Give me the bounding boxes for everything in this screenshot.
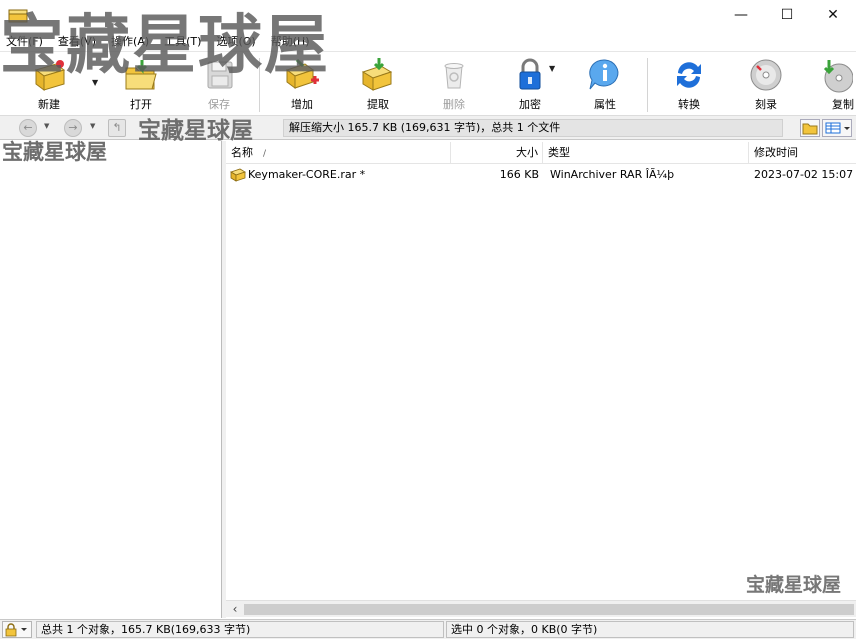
encrypt-label: 加密 [519, 98, 541, 111]
status-selected: 选中 0 个对象，0 KB(0 字节) [446, 621, 854, 638]
maximize-button[interactable]: ☐ [764, 0, 810, 30]
watermark: 宝藏星球屋 [2, 140, 107, 164]
copy-disc-icon [823, 60, 853, 93]
extract-button[interactable]: 提取 [347, 56, 409, 114]
recycle-bin-icon [444, 63, 464, 89]
watermark: 宝藏星球屋 [138, 118, 253, 144]
convert-button[interactable]: 转换 [658, 56, 720, 114]
rar-archive-icon [230, 168, 246, 182]
minimize-button[interactable]: — [718, 0, 764, 30]
lock-status-icon[interactable] [2, 621, 32, 638]
scroll-thumb[interactable] [244, 604, 854, 615]
up-folder-icon[interactable]: ↰ [108, 119, 126, 137]
extract-icon [361, 58, 393, 91]
padlock-icon [519, 58, 541, 90]
file-size: 166 KB [499, 168, 539, 181]
info-icon [589, 59, 619, 90]
properties-button[interactable]: 属性 [574, 56, 636, 114]
forward-dropdown-icon[interactable]: ▼ [90, 122, 95, 130]
status-total: 总共 1 个对象，165.7 KB(169,633 字节) [36, 621, 444, 638]
file-type: WinArchiver RAR ÎÃ¼þ [550, 168, 675, 181]
forward-button[interactable]: → [64, 119, 82, 137]
column-name-label: 名称 [231, 146, 253, 159]
status-bar: 总共 1 个对象，165.7 KB(169,633 字节) 选中 0 个对象，0… [0, 619, 856, 639]
column-type[interactable]: 类型 [543, 142, 749, 164]
close-button[interactable]: ✕ [810, 0, 856, 30]
back-dropdown-icon[interactable]: ▼ [44, 122, 49, 130]
convert-arrows-icon [677, 62, 701, 88]
file-name: Keymaker-CORE.rar * [248, 168, 366, 181]
delete-label: 删除 [443, 98, 465, 111]
burn-button[interactable]: 刻录 [735, 56, 797, 114]
back-button[interactable]: ← [19, 119, 37, 137]
extract-label: 提取 [367, 98, 389, 111]
view-mode-icon[interactable] [822, 119, 852, 137]
column-size[interactable]: 大小 [451, 142, 543, 164]
column-headers: 名称 / 大小 类型 修改时间 [226, 142, 856, 164]
encrypt-dropdown-icon[interactable]: ▼ [549, 64, 555, 73]
watermark: 宝藏星球屋 [746, 574, 842, 596]
column-modified[interactable]: 修改时间 [749, 142, 856, 164]
horizontal-scrollbar[interactable]: ‹ [226, 600, 856, 617]
delete-button: 删除 [423, 56, 485, 114]
folders-toggle-icon[interactable] [800, 119, 820, 137]
table-row[interactable]: Keymaker-CORE.rar * 166 KB WinArchiver R… [226, 165, 856, 184]
open-label: 打开 [130, 98, 152, 111]
copy-button[interactable]: 复制 [812, 56, 856, 114]
new-label: 新建 [38, 98, 60, 111]
toolbar-separator [647, 58, 648, 112]
copy-label: 复制 [832, 98, 854, 111]
scroll-left-icon[interactable]: ‹ [228, 601, 242, 618]
column-name[interactable]: 名称 / [226, 142, 451, 164]
add-label: 增加 [291, 98, 313, 111]
properties-label: 属性 [594, 98, 616, 111]
watermark: 宝藏星球屋 [0, 9, 330, 83]
sort-asc-icon: / [263, 149, 267, 159]
burn-label: 刻录 [755, 98, 777, 111]
file-modified: 2023-07-02 15:07 [754, 168, 854, 181]
save-label: 保存 [208, 98, 230, 111]
file-list-pane[interactable]: 名称 / 大小 类型 修改时间 Keymaker-CORE.rar * 166 K… [226, 141, 856, 618]
address-field[interactable]: 解压缩大小 165.7 KB (169,631 字节)，总共 1 个文件 [283, 119, 783, 137]
disc-icon [750, 59, 782, 91]
folder-tree-pane[interactable] [0, 141, 222, 618]
address-bar: ← ▼ → ▼ ↰ 解压缩大小 165.7 KB (169,631 字节)，总共… [0, 116, 856, 140]
convert-label: 转换 [678, 98, 700, 111]
